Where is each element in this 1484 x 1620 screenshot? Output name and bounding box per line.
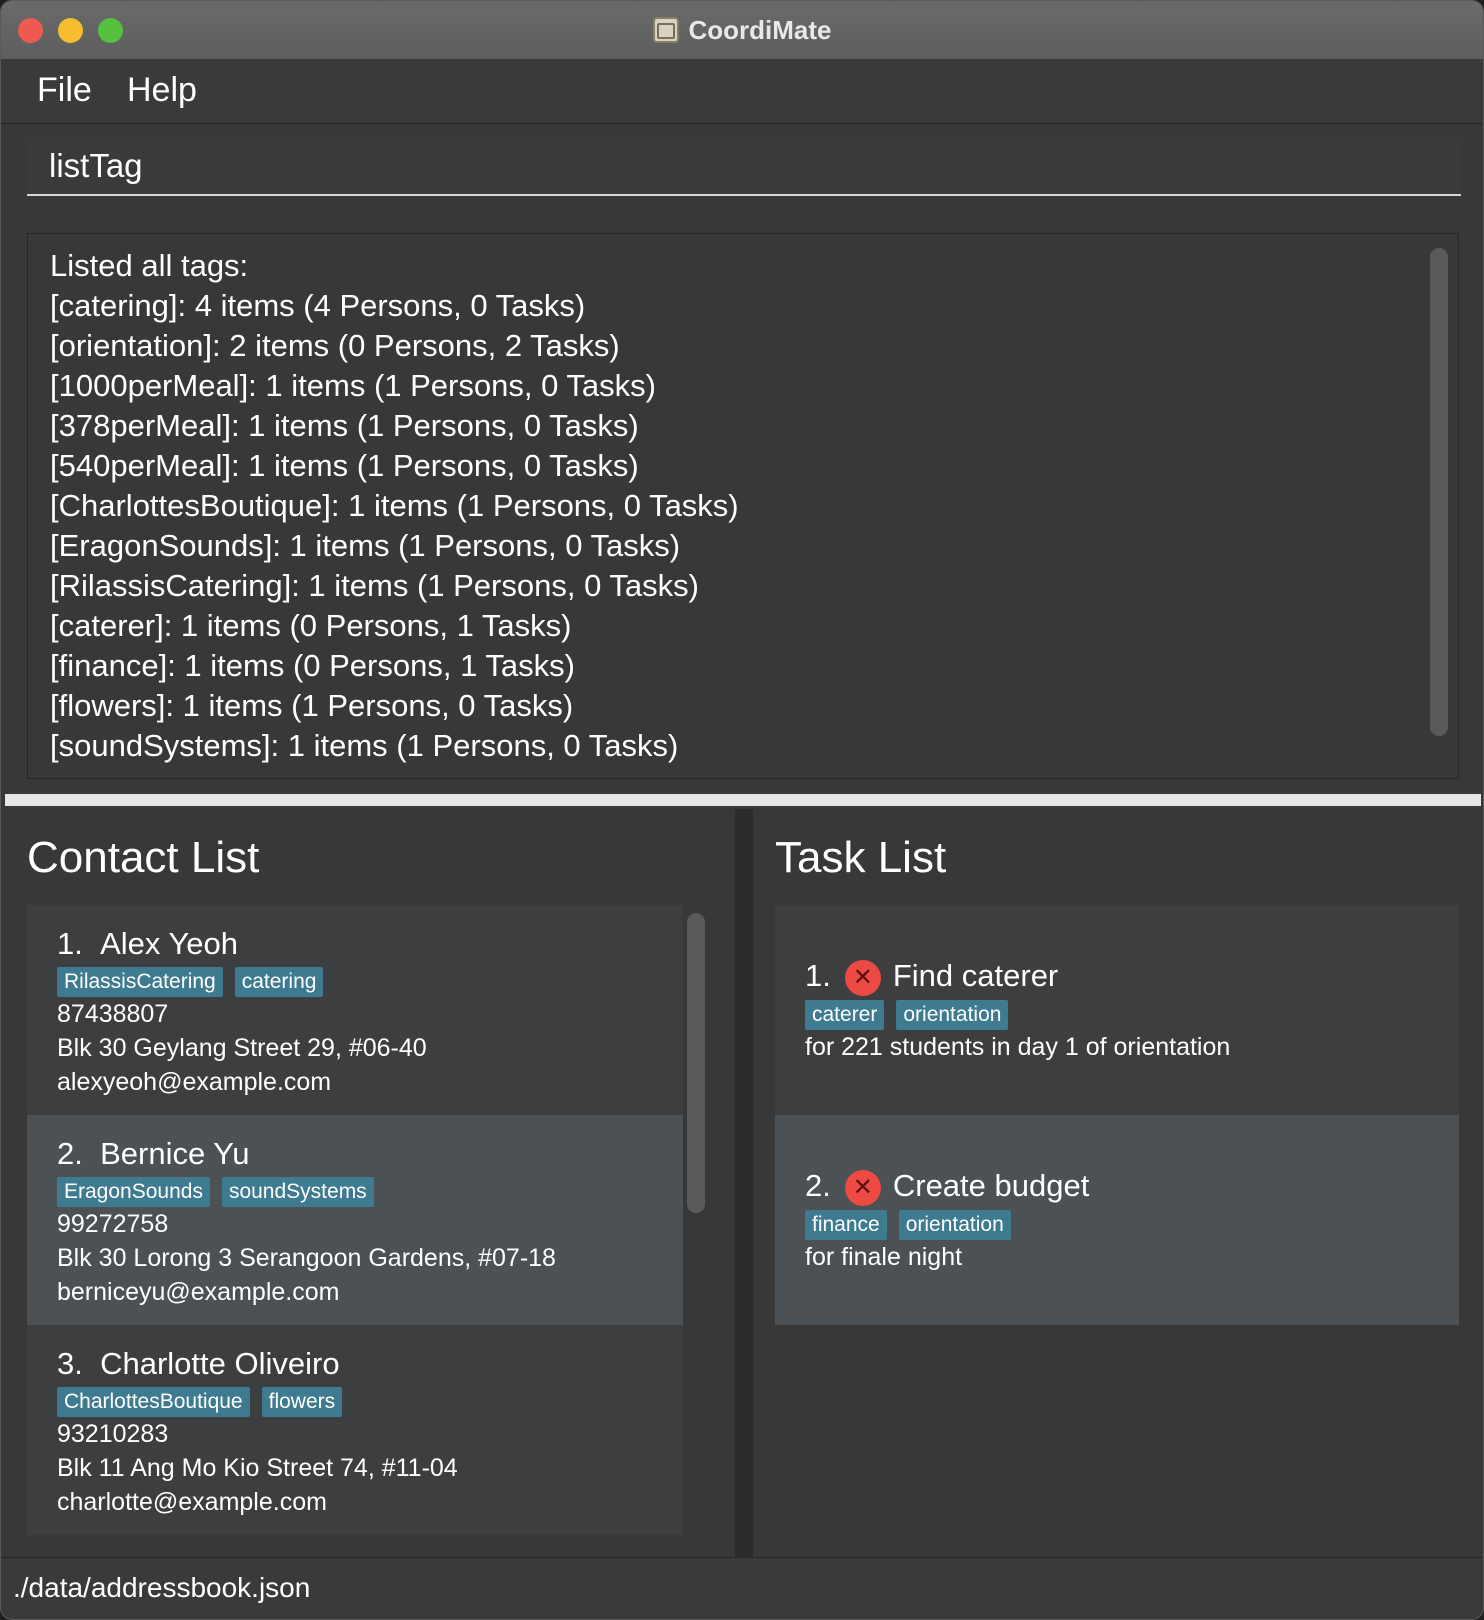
calendar-icon [652,17,679,43]
contact-address: Blk 30 Geylang Street 29, #06-40 [57,1034,427,1062]
result-line: [finance]: 1 items (0 Persons, 1 Tasks) [50,648,575,683]
task-tag: orientation [896,999,1009,1030]
contact-tag: flowers [261,1387,343,1417]
command-box [1,124,1483,216]
task-tag: orientation [898,1209,1011,1240]
result-line: [RilassisCatering]: 1 items (1 Persons, … [50,568,699,603]
result-line: [caterer]: 1 items (0 Persons, 1 Tasks) [50,608,572,643]
pane-separator[interactable] [735,809,753,1557]
result-line: [soundSystems]: 1 items (1 Persons, 0 Ta… [50,728,679,763]
contact-phone: 93210283 [57,1420,169,1448]
task-name: 2. ✕ Create budget [805,1167,1459,1206]
contact-phone: 99272758 [57,1210,169,1238]
contact-tag: catering [234,967,324,997]
contact-tag: RilassisCatering [57,967,223,997]
task-note: for 221 students in day 1 of orientation [805,1032,1231,1061]
contact-address: Blk 11 Ang Mo Kio Street 74, #11-04 [57,1454,458,1482]
task-list-title: Task List [775,833,947,882]
contact-email: alexyeoh@example.com [57,1068,332,1096]
contact-name: 1. Alex Yeoh [57,926,239,961]
status-bar: ./data/addressbook.json [1,1557,1483,1619]
result-line: [CharlottesBoutique]: 1 items (1 Persons… [50,488,739,523]
result-line: Listed all tags: [50,248,249,283]
command-input[interactable] [27,138,1461,196]
result-line: [catering]: 4 items (4 Persons, 0 Tasks) [50,288,586,323]
result-display: Listed all tags: [catering]: 4 items (4 P… [27,233,1459,779]
contact-name: 2. Bernice Yu [57,1136,250,1171]
cross-circle-icon: ✕ [844,1169,881,1206]
contact-list-scrollbar[interactable] [687,913,705,1213]
contact-email: berniceyu@example.com [57,1278,340,1306]
task-tag: finance [805,1209,887,1240]
menu-help[interactable]: Help [127,71,197,110]
result-line: [EragonSounds]: 1 items (1 Persons, 0 Ta… [50,528,681,563]
split-divider[interactable] [5,794,1481,806]
task-note: for finale night [805,1242,963,1271]
cross-circle-icon: ✕ [844,959,881,996]
task-tag: caterer [805,999,885,1030]
result-scrollbar[interactable] [1430,248,1448,736]
contact-name: 3. Charlotte Oliveiro [57,1346,340,1381]
result-text: Listed all tags: [catering]: 4 items (4 P… [50,246,739,766]
task-card-2[interactable]: 2. ✕ Create budget finance orientation for… [775,1115,1459,1325]
task-card-1[interactable]: 1. ✕ Find caterer caterer orientation for … [775,905,1459,1115]
result-line: [540perMeal]: 1 items (1 Persons, 0 Task… [50,448,639,483]
menu-bar: File Help [1,59,1483,124]
window-title: CoordiMate [688,14,832,45]
result-line: [1000perMeal]: 1 items (1 Persons, 0 Tas… [50,368,656,403]
contact-tag: CharlottesBoutique [57,1387,250,1417]
contact-address: Blk 30 Lorong 3 Serangoon Gardens, #07-1… [57,1244,556,1272]
contact-card-2[interactable]: 2. Bernice Yu EragonSounds soundSystems … [27,1115,683,1325]
contact-tag: soundSystems [221,1177,374,1207]
task-list-panel: Task List 1. ✕ Find caterer caterer orient… [753,809,1481,1557]
contact-tag: EragonSounds [57,1177,210,1207]
result-line: [378perMeal]: 1 items (1 Persons, 0 Task… [50,408,639,443]
menu-file[interactable]: File [37,71,92,110]
contact-card-3[interactable]: 3. Charlotte Oliveiro CharlottesBoutique… [27,1325,683,1535]
contact-list-panel: Contact List 1. Alex Yeoh RilassisCateri… [5,809,735,1557]
app-window: CoordiMate File Help Listed all tags: [ca… [0,0,1484,1620]
contact-list-title: Contact List [27,833,260,882]
contact-email: charlotte@example.com [57,1488,327,1516]
contact-card-1[interactable]: 1. Alex Yeoh RilassisCatering catering 8… [27,905,683,1115]
contact-phone: 87438807 [57,1000,169,1028]
result-line: [orientation]: 2 items (0 Persons, 2 Tas… [50,328,620,363]
title-bar: CoordiMate [1,1,1483,60]
task-name: 1. ✕ Find caterer [805,957,1459,996]
result-line: [flowers]: 1 items (1 Persons, 0 Tasks) [50,688,574,723]
save-location: ./data/addressbook.json [13,1572,311,1603]
